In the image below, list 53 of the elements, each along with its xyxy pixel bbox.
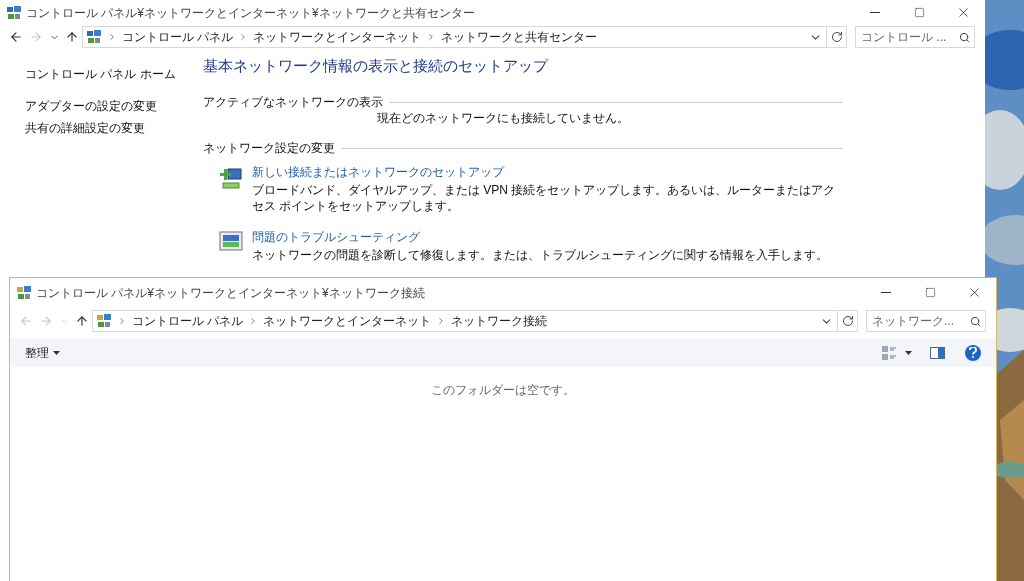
help-icon	[969, 347, 977, 358]
search-field[interactable]: コントロール ...	[855, 26, 975, 48]
task-description: ブロードバンド、ダイヤルアップ、または VPN 接続をセットアップします。あるいは、ルーターまたはアクセス ポイントをセットアップします。	[252, 182, 837, 214]
task-link[interactable]: 新しい接続またはネットワークのセットアップ	[252, 164, 504, 180]
breadcrumb-item[interactable]: コントロール パネル	[122, 28, 234, 46]
maximize-icon	[924, 287, 936, 298]
view-options-button[interactable]	[881, 344, 912, 361]
breadcrumb-item[interactable]: コントロール パネル	[132, 312, 244, 330]
caret-icon	[53, 350, 60, 355]
control-panel-icon	[86, 29, 102, 45]
control-panel-icon	[6, 4, 22, 21]
forward-arrow-icon	[29, 30, 43, 44]
window-title: コントロール パネル¥ネットワークとインターネット¥ネットワークと共有センター	[26, 4, 475, 22]
task-description: ネットワークの問題を診断して修復します。または、トラブルシューティングに関する情報を入手します。	[252, 247, 829, 263]
troubleshoot-icon	[219, 231, 243, 253]
breadcrumb-item[interactable]: ネットワークと共有センター	[441, 28, 598, 46]
control-panel-icon	[16, 284, 32, 301]
back-arrow-icon	[9, 30, 23, 44]
back-arrow-icon	[19, 314, 33, 328]
window-title: コントロール パネル¥ネットワークとインターネット¥ネットワーク接続	[36, 284, 425, 302]
section-title: ネットワーク設定の変更	[203, 140, 335, 156]
refresh-icon	[841, 315, 854, 327]
page-heading: 基本ネットワーク情報の表示と接続のセットアップ	[203, 57, 550, 75]
organize-button[interactable]: 整理	[25, 343, 60, 362]
forward-arrow-icon	[39, 314, 53, 328]
refresh-icon	[830, 31, 843, 43]
breadcrumb-item[interactable]: ネットワークとインターネット	[253, 28, 422, 46]
search-icon	[959, 31, 970, 43]
minimize-icon	[881, 292, 891, 293]
minimize-icon	[870, 12, 880, 13]
caret-icon	[905, 350, 912, 355]
control-panel-icon	[96, 313, 112, 329]
breadcrumb-item[interactable]: ネットワーク接続	[451, 312, 548, 330]
empty-folder-message: このフォルダーは空です。	[431, 382, 575, 399]
address-bar[interactable]: コントロール パネル ネットワークとインターネット ネットワーク接続	[92, 310, 858, 332]
section-title: アクティブなネットワークの表示	[203, 94, 383, 110]
help-button[interactable]	[965, 344, 981, 361]
maximize-icon	[913, 7, 925, 18]
search-field[interactable]: ネットワーク...	[866, 310, 986, 332]
network-setup-icon	[219, 166, 243, 190]
chevron-icon	[117, 316, 127, 326]
view-icon	[881, 344, 897, 361]
status-message: 現在どのネットワークにも接続していません。	[377, 110, 630, 126]
preview-pane-button[interactable]	[930, 346, 945, 359]
address-bar[interactable]: コントロール パネル ネットワークとインターネット ネットワークと共有センター	[82, 26, 847, 48]
sidebar-link[interactable]: コントロール パネル ホーム	[25, 66, 203, 82]
breadcrumb-item[interactable]: ネットワークとインターネット	[263, 312, 432, 330]
search-icon	[970, 315, 981, 327]
task-link[interactable]: 問題のトラブルシューティング	[252, 229, 420, 245]
preview-pane-icon	[930, 346, 945, 359]
chevron-icon	[107, 32, 117, 42]
sidebar-link[interactable]: アダプターの設定の変更	[25, 98, 203, 114]
sidebar-link[interactable]: 共有の詳細設定の変更	[25, 120, 203, 136]
